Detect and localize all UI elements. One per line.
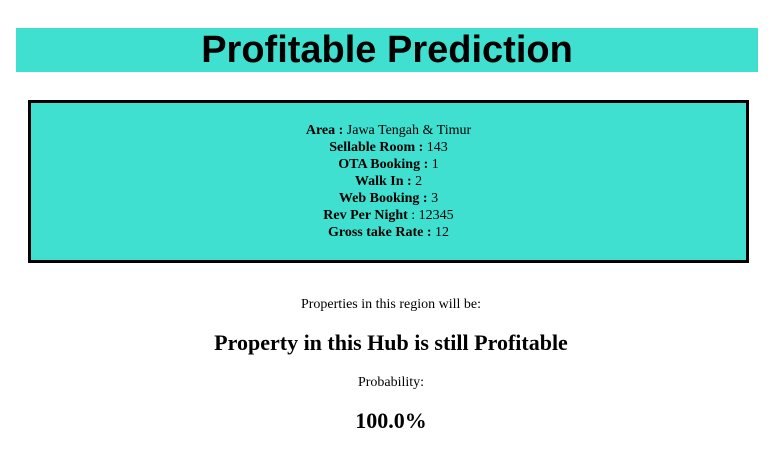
probability-value: 100.0% xyxy=(355,408,427,433)
info-row-gross-take-rate: Gross take Rate : 12 xyxy=(328,224,449,241)
info-value: 143 xyxy=(423,140,448,155)
page-title: Profitable Prediction xyxy=(201,29,573,71)
info-value: Jawa Tengah & Timur xyxy=(343,123,472,138)
info-label: Walk In : xyxy=(354,174,412,189)
info-row-walk-in: Walk In : 2 xyxy=(355,173,422,190)
info-value: : 12345 xyxy=(407,208,454,223)
info-label: Sellable Room : xyxy=(329,140,424,155)
info-row-ota-booking: OTA Booking : 1 xyxy=(338,156,439,173)
info-row-area: Area : Jawa Tengah & Timur xyxy=(306,122,471,139)
info-row-web-booking: Web Booking : 3 xyxy=(339,190,438,207)
prediction-result: Property in this Hub is still Profitable xyxy=(214,330,568,355)
input-summary-box: Area : Jawa Tengah & Timur Sellable Room… xyxy=(28,100,749,263)
info-row-rev-per-night: Rev Per Night : 12345 xyxy=(323,207,453,224)
info-value: 12 xyxy=(431,225,450,240)
region-caption: Properties in this region will be: xyxy=(300,297,482,312)
info-value: 1 xyxy=(428,157,439,172)
info-label: Gross take Rate : xyxy=(327,225,432,240)
info-label: OTA Booking : xyxy=(338,157,429,172)
info-row-sellable-room: Sellable Room : 143 xyxy=(329,139,448,156)
info-label: Web Booking : xyxy=(338,191,428,206)
info-label: Area : xyxy=(305,123,344,138)
info-value: 2 xyxy=(411,174,423,189)
info-value: 3 xyxy=(427,191,439,206)
title-banner: Profitable Prediction xyxy=(16,28,758,72)
info-label: Rev Per Night xyxy=(323,208,408,223)
probability-caption: Probability: xyxy=(357,375,425,390)
